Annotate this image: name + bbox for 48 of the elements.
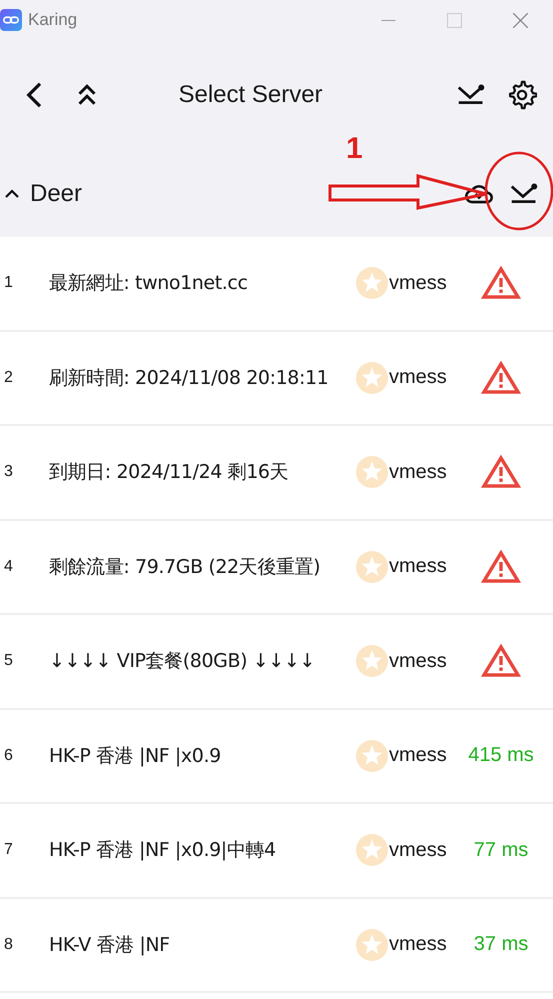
warning-icon: [481, 266, 521, 300]
warning-icon: [481, 455, 521, 490]
protocol-label: vmess: [389, 650, 448, 673]
server-row[interactable]: 6 HK-P 香港 |NF |x0.9 vmess 415 ms: [0, 710, 553, 804]
server-name: 刷新時間: 2024/11/08 20:18:11: [49, 366, 330, 391]
server-row[interactable]: 1 最新網址: twno1net.cc vmess: [0, 237, 553, 332]
warning-icon: [481, 550, 521, 584]
row-number: 1: [4, 274, 14, 292]
latency-label: 77 ms: [474, 838, 528, 862]
maximize-icon: [446, 12, 462, 28]
server-row[interactable]: 8 HK-V 香港 |NF vmess 37 ms: [0, 898, 553, 993]
row-number: 6: [4, 746, 14, 765]
close-icon: [512, 12, 528, 28]
latency-label: 37 ms: [474, 933, 528, 956]
settings-icon: [507, 80, 537, 110]
protocol-label: vmess: [389, 272, 448, 295]
row-number: 4: [4, 558, 14, 576]
window-title: Karing: [28, 10, 78, 30]
annotation-number: 1: [346, 132, 363, 166]
row-number: 2: [4, 368, 14, 387]
warning-icon: [481, 360, 521, 395]
page-title: Select Server: [177, 81, 324, 109]
server-name: HK-V 香港 |NF: [49, 932, 171, 958]
group-toggle[interactable]: Deer: [4, 180, 82, 208]
latency-label: 415 ms: [468, 744, 534, 768]
server-name: HK-P 香港 |NF |x0.9: [49, 744, 222, 769]
server-name: 最新網址: twno1net.cc: [49, 271, 248, 296]
app-logo-icon: [0, 9, 22, 31]
server-name: 剩餘流量: 79.7GB (22天後重置): [49, 554, 322, 580]
server-row[interactable]: 2 刷新時間: 2024/11/08 20:18:11 vmess: [0, 332, 553, 426]
protocol-label: vmess: [389, 366, 448, 390]
row-number: 5: [4, 652, 14, 670]
server-name: HK-P 香港 |NF |x0.9|中轉4: [49, 838, 277, 864]
server-name: ↓↓↓↓ VIP套餐(80GB) ↓↓↓↓: [49, 649, 316, 674]
protocol-label: vmess: [389, 933, 448, 956]
protocol-label: vmess: [389, 555, 448, 578]
protocol-label: vmess: [389, 744, 448, 768]
server-name: 到期日: 2024/11/24 剩16天: [49, 460, 290, 486]
protocol-label: vmess: [389, 460, 448, 484]
server-row[interactable]: 7 HK-P 香港 |NF |x0.9|中轉4 vmess 77 ms: [0, 804, 553, 898]
server-row[interactable]: 3 到期日: 2024/11/24 剩16天 vmess: [0, 426, 553, 520]
server-row[interactable]: 5 ↓↓↓↓ VIP套餐(80GB) ↓↓↓↓ vmess: [0, 615, 553, 710]
warning-icon: [481, 644, 521, 678]
row-number: 3: [4, 463, 14, 482]
protocol-label: vmess: [389, 838, 448, 862]
row-number: 8: [4, 936, 14, 954]
server-row[interactable]: 4 剩餘流量: 79.7GB (22天後重置) vmess: [0, 520, 553, 615]
row-number: 7: [4, 841, 14, 860]
